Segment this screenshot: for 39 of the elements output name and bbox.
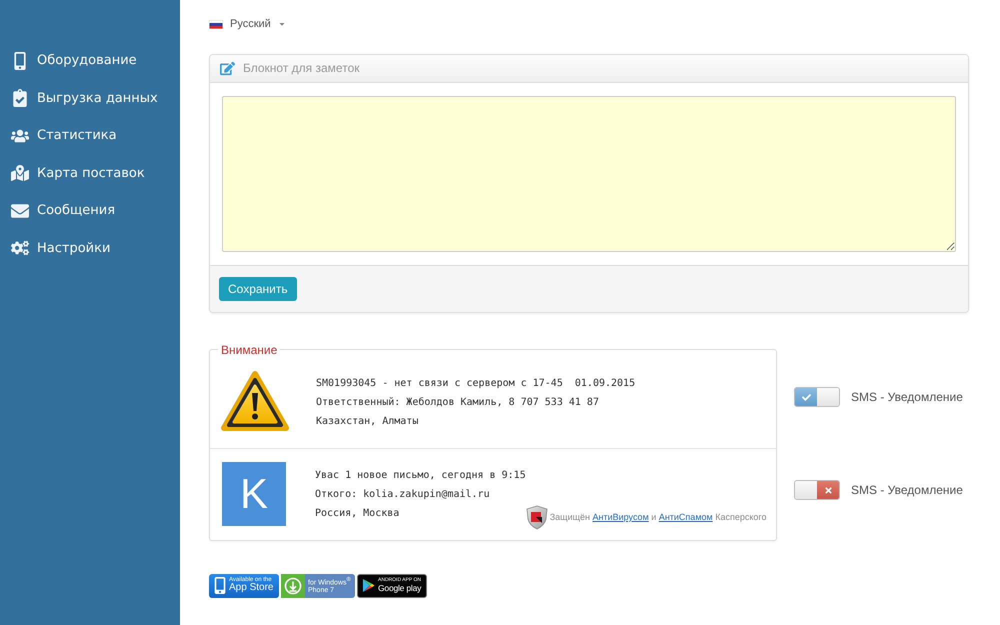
sms-label: SMS - Уведомление [851, 390, 963, 404]
cross-icon [824, 486, 832, 494]
check-icon [802, 392, 810, 402]
toggle-switch[interactable] [794, 387, 840, 407]
users-icon [11, 126, 29, 145]
message-line: Ответственный: Жеболдов Камиль, 8 707 533 41 87 [316, 396, 600, 410]
product-link[interactable]: АнтиСпамом [658, 512, 713, 522]
sidebar-item[interactable]: Сообщения [0, 192, 180, 230]
alert-legend: Внимание [218, 342, 280, 356]
phone-icon [214, 577, 226, 594]
message-line: Казахстан, Алматы [316, 414, 420, 428]
clipboard-icon [11, 89, 29, 108]
save-button[interactable]: Сохранить [219, 276, 297, 300]
sidebar-item[interactable]: Выгрузка данных [0, 80, 180, 117]
sidebar-item[interactable]: Оборудование [0, 42, 180, 80]
message-line: Россия, Москва [315, 506, 400, 520]
note-edit-icon [220, 60, 235, 76]
panel-title: Блокнот для заметок [243, 61, 360, 75]
map-pin-icon [11, 164, 29, 182]
download-icon [281, 574, 305, 598]
sidebar-item[interactable]: Статистика [0, 117, 180, 154]
sms-label: SMS - Уведомление [851, 483, 963, 497]
caret-icon [278, 20, 286, 28]
flag-icon [209, 20, 223, 28]
toggle-switch[interactable] [794, 480, 840, 500]
envelope-icon [11, 202, 29, 220]
message-line: Увас 1 новое письмо, сегодня в 9:15 [315, 468, 526, 482]
warning-icon [221, 371, 289, 433]
protection-note: Защищён АнтиВирусом и АнтиСпамом Касперского [550, 512, 766, 522]
letter-avatar: K [222, 462, 286, 526]
play-triangle-icon [362, 578, 375, 593]
sidebar-item[interactable]: Настройки [0, 230, 180, 267]
message-line: Откого: kolia.zakupin@mail.ru [315, 488, 491, 502]
language-dropdown[interactable]: Русский [209, 15, 286, 33]
sidebar-item[interactable]: Карта поставок [0, 154, 180, 192]
message-line: SM01993045 - нет связи с сервером с 17-45 01.09.2015 [316, 376, 636, 390]
gears-icon [11, 239, 29, 258]
product-link[interactable]: АнтиВирусом [592, 512, 649, 522]
shield-icon [526, 504, 548, 530]
